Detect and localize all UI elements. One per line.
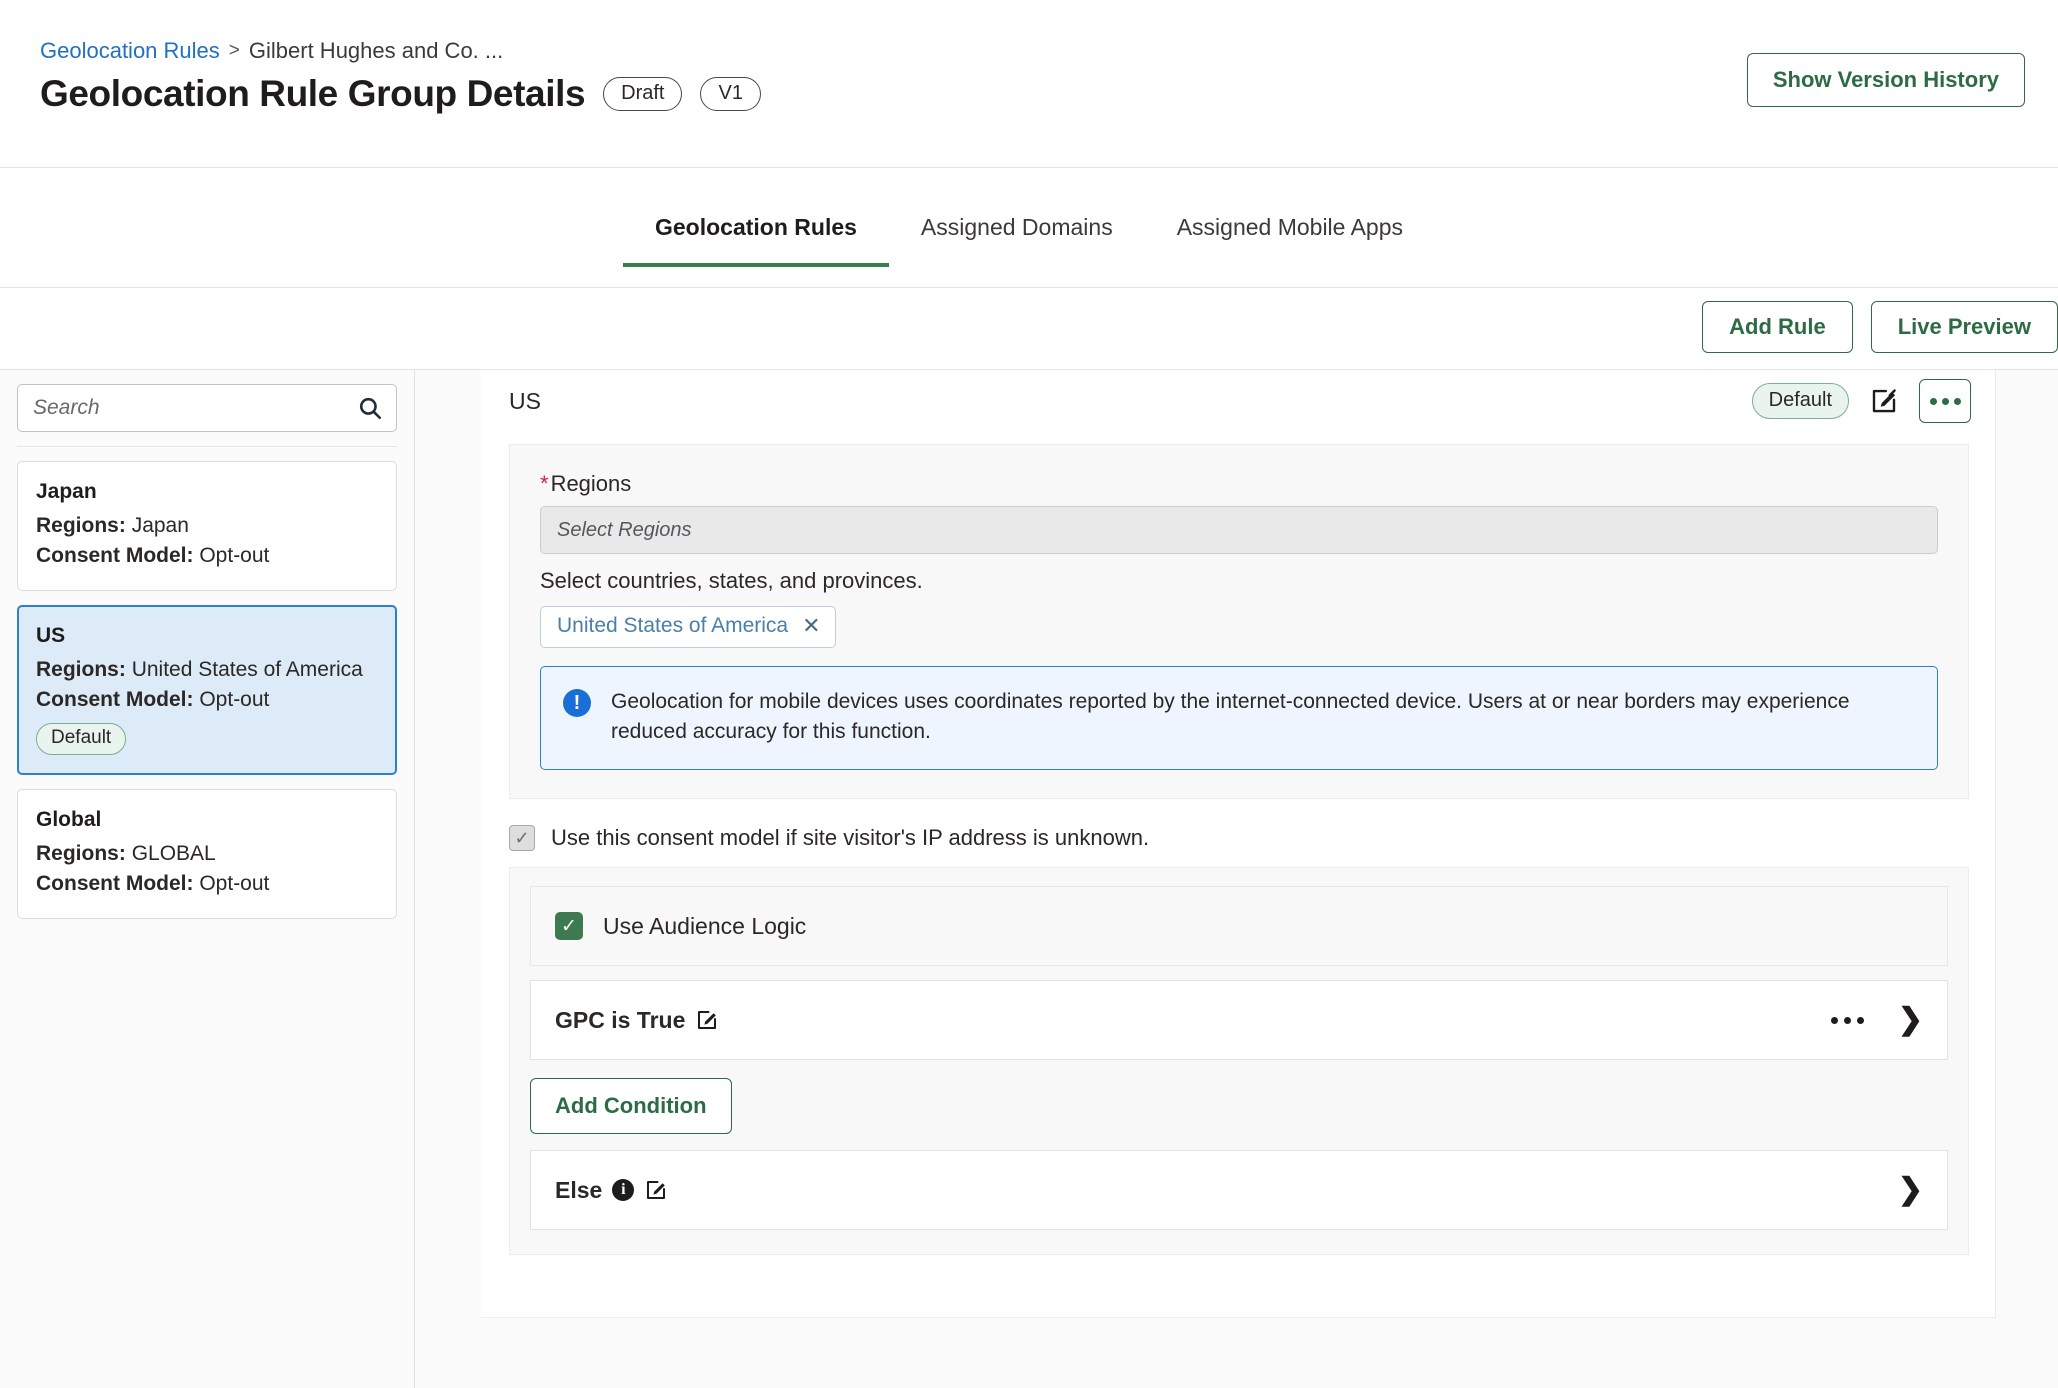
rules-sidebar: Japan Regions: Japan Consent Model: Opt-… <box>0 370 415 1388</box>
rule-card-consent-value: Opt-out <box>199 688 269 711</box>
search-wrapper <box>17 384 397 432</box>
rule-detail-card: US Default <box>481 370 1996 1318</box>
required-asterisk: * <box>540 471 549 496</box>
breadcrumb-current: Gilbert Hughes and Co. ... <box>249 38 503 64</box>
rule-card-regions: Regions: Japan <box>36 511 378 541</box>
page-title: Geolocation Rule Group Details <box>40 72 585 116</box>
sidebar-rule-card-us[interactable]: US Regions: United States of America Con… <box>17 605 397 775</box>
else-row[interactable]: Else i ❯ <box>530 1150 1948 1230</box>
rule-card-consent: Consent Model: Opt-out <box>36 869 378 899</box>
rule-card-consent-label: Consent Model: <box>36 688 194 711</box>
ip-unknown-row[interactable]: ✓ Use this consent model if site visitor… <box>509 825 1995 851</box>
rule-card-consent: Consent Model: Opt-out <box>36 541 378 571</box>
use-audience-logic-label: Use Audience Logic <box>603 913 806 940</box>
add-rule-button[interactable]: Add Rule <box>1702 301 1853 353</box>
breadcrumb-separator-icon: > <box>229 38 240 64</box>
rule-card-regions-value: Japan <box>132 514 189 537</box>
audience-logic-panel: ✓ Use Audience Logic GPC is True <box>509 867 1969 1255</box>
region-chip-label: United States of America <box>557 614 788 638</box>
rule-card-consent-label: Consent Model: <box>36 544 194 567</box>
rule-card-regions: Regions: GLOBAL <box>36 839 378 869</box>
rule-card-consent-value: Opt-out <box>199 544 269 567</box>
status-badge: Draft <box>603 77 682 111</box>
regions-field-label: *Regions <box>540 471 1938 497</box>
use-audience-logic-row[interactable]: ✓ Use Audience Logic <box>530 886 1948 966</box>
use-audience-logic-checkbox[interactable]: ✓ <box>555 912 583 940</box>
rule-detail-name: US <box>509 388 541 415</box>
tab-assigned-domains[interactable]: Assigned Domains <box>889 213 1145 267</box>
rule-card-regions: Regions: United States of America <box>36 655 378 685</box>
rule-detail-region: US Default <box>481 370 2058 1388</box>
tab-geolocation-rules[interactable]: Geolocation Rules <box>623 213 889 267</box>
condition-row-gpc-is-true[interactable]: GPC is True ❯ <box>530 980 1948 1060</box>
more-options-icon[interactable] <box>1919 379 1971 423</box>
ip-unknown-label: Use this consent model if site visitor's… <box>551 825 1149 851</box>
region-chip-united-states[interactable]: United States of America ✕ <box>540 606 836 648</box>
alert-message: Geolocation for mobile devices uses coor… <box>611 687 1881 747</box>
edit-pencil-icon[interactable] <box>1869 386 1899 416</box>
sidebar-rule-card-japan[interactable]: Japan Regions: Japan Consent Model: Opt-… <box>17 461 397 591</box>
sidebar-rule-card-global[interactable]: Global Regions: GLOBAL Consent Model: Op… <box>17 789 397 919</box>
action-bar: Add Rule Live Preview <box>0 288 2058 370</box>
rule-card-title: Global <box>36 807 378 833</box>
regions-label-text: Regions <box>551 471 632 496</box>
rule-card-regions-value: GLOBAL <box>132 842 216 865</box>
rule-card-regions-label: Regions: <box>36 514 126 537</box>
add-condition-button[interactable]: Add Condition <box>530 1078 732 1134</box>
rule-card-consent: Consent Model: Opt-out <box>36 685 378 715</box>
breadcrumb: Geolocation Rules > Gilbert Hughes and C… <box>40 38 503 64</box>
regions-panel: *Regions Select Regions Select countries… <box>509 444 1969 799</box>
search-icon[interactable] <box>357 395 383 421</box>
condition-label: GPC is True <box>555 1007 685 1034</box>
search-input[interactable] <box>17 384 397 432</box>
tab-assigned-mobile-apps[interactable]: Assigned Mobile Apps <box>1145 213 1435 267</box>
alert-info-icon: ! <box>563 689 591 717</box>
row-spacer <box>530 966 1948 980</box>
else-edit-pencil-icon[interactable] <box>644 1178 668 1202</box>
regions-select-placeholder: Select Regions <box>557 519 692 542</box>
else-info-icon[interactable]: i <box>612 1179 634 1201</box>
regions-helper-text: Select countries, states, and provinces. <box>540 568 1938 594</box>
rule-detail-header: US Default <box>481 370 1995 432</box>
sidebar-divider <box>17 446 397 447</box>
remove-chip-icon[interactable]: ✕ <box>802 616 820 636</box>
rule-card-regions-label: Regions: <box>36 842 126 865</box>
body-split: Japan Regions: Japan Consent Model: Opt-… <box>0 370 2058 1388</box>
version-badge: V1 <box>700 77 760 111</box>
rule-card-title: US <box>36 623 378 649</box>
else-label: Else <box>555 1177 602 1204</box>
tab-bar: Geolocation Rules Assigned Domains Assig… <box>0 168 2058 288</box>
ip-unknown-checkbox: ✓ <box>509 825 535 851</box>
rule-card-regions-label: Regions: <box>36 658 126 681</box>
regions-select[interactable]: Select Regions <box>540 506 1938 554</box>
rule-card-title: Japan <box>36 479 378 505</box>
rule-card-consent-label: Consent Model: <box>36 872 194 895</box>
rule-card-consent-value: Opt-out <box>199 872 269 895</box>
page-header: Geolocation Rules > Gilbert Hughes and C… <box>0 0 2058 168</box>
rule-card-regions-value: United States of America <box>132 658 363 681</box>
else-expand-chevron-icon[interactable]: ❯ <box>1898 1175 1923 1205</box>
rule-default-badge: Default <box>1752 383 1849 419</box>
app-root: Geolocation Rules > Gilbert Hughes and C… <box>0 0 2058 1388</box>
show-version-history-button[interactable]: Show Version History <box>1747 53 2025 107</box>
condition-expand-chevron-icon[interactable]: ❯ <box>1898 1005 1923 1035</box>
breadcrumb-link-geolocation-rules[interactable]: Geolocation Rules <box>40 38 220 64</box>
condition-edit-pencil-icon[interactable] <box>695 1008 719 1032</box>
layout-gutter <box>415 370 481 1388</box>
live-preview-button[interactable]: Live Preview <box>1871 301 2058 353</box>
condition-more-options-icon[interactable] <box>1831 1017 1864 1024</box>
title-row: Geolocation Rule Group Details Draft V1 <box>40 72 761 116</box>
rule-card-default-badge: Default <box>36 723 126 755</box>
geolocation-info-alert: ! Geolocation for mobile devices uses co… <box>540 666 1938 770</box>
